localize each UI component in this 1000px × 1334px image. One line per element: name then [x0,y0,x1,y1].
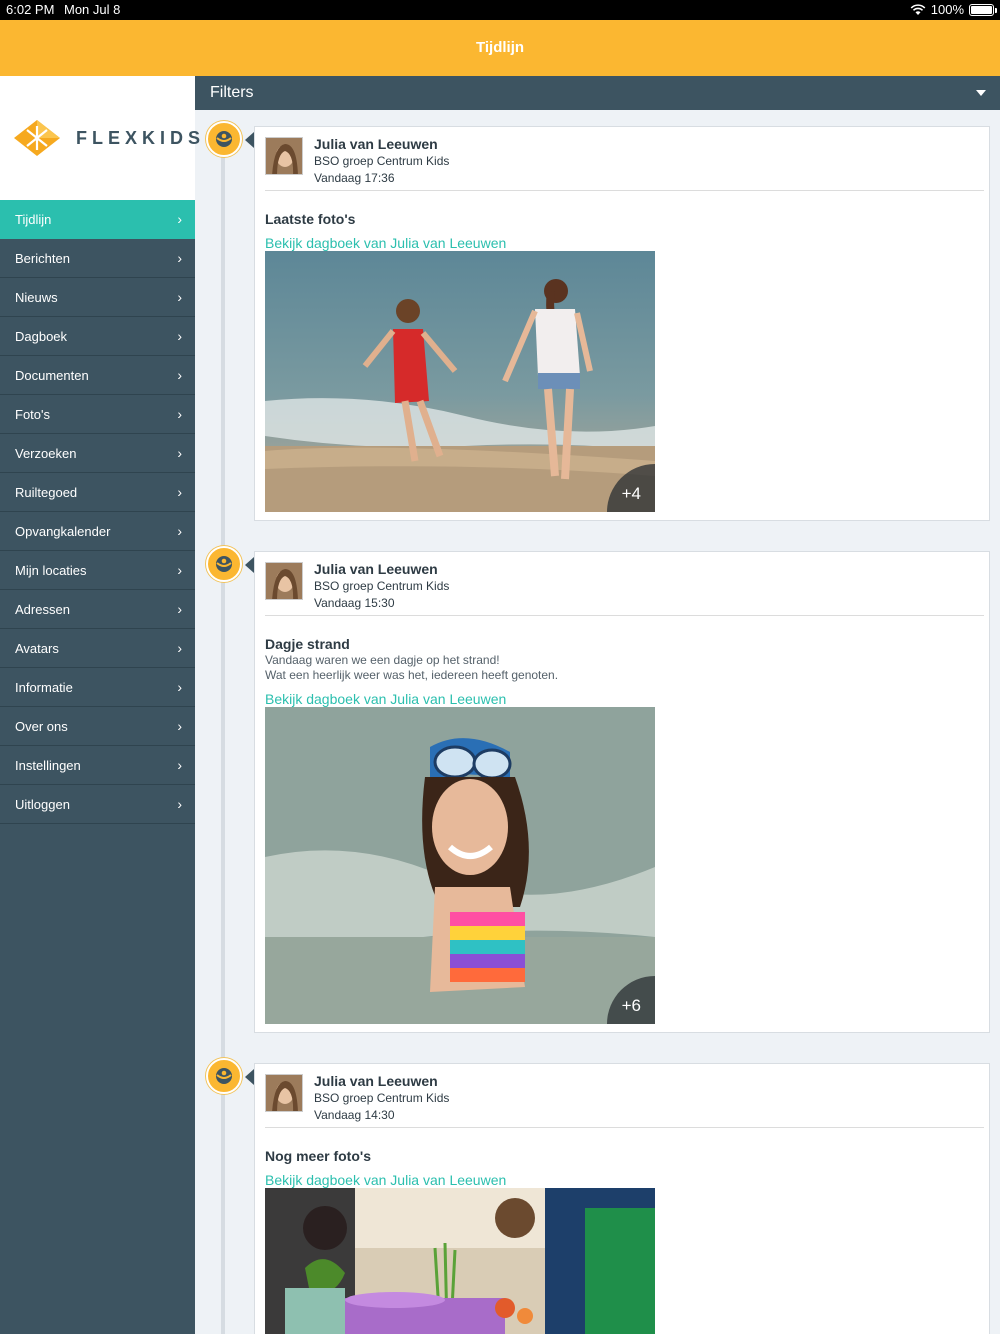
sidebar: FLEXKIDS Tijdlijn › Berichten › Nieuws › Dagbo… [0,76,200,1334]
chevron-right-icon: › [177,445,182,461]
sidebar-item-label: Ruiltegoed [15,485,78,500]
chevron-right-icon: › [177,406,182,422]
chevron-right-icon: › [177,679,182,695]
sidebar-item-nieuws[interactable]: Nieuws › [0,278,195,317]
chevron-right-icon: › [177,640,182,656]
sidebar-item-over-ons[interactable]: Over ons › [0,707,195,746]
diary-link[interactable]: Bekijk dagboek van Julia van Leeuwen [265,1172,989,1188]
post-author: Julia van Leeuwen [314,561,438,577]
avatar [265,562,303,600]
sidebar-item-ruiltegoed[interactable]: Ruiltegoed › [0,473,195,512]
logo: FLEXKIDS [0,76,200,200]
timeline-post: Julia van Leeuwen BSO groep Centrum Kids… [254,126,990,521]
logo-text: FLEXKIDS [76,128,206,148]
sidebar-menu: Tijdlijn › Berichten › Nieuws › Dagboek › Docume… [0,200,195,824]
post-author: Julia van Leeuwen [314,1073,438,1089]
timeline-post: Julia van Leeuwen BSO groep Centrum Kids… [254,551,990,1033]
post-title: Nog meer foto's [265,1148,372,1164]
post-body-line: Wat een heerlijk weer was het, iedereen … [265,668,559,682]
post-time: Vandaag 15:30 [314,596,395,610]
flexkids-logo-icon [14,120,60,156]
chevron-right-icon: › [177,523,182,539]
filters-dropdown[interactable]: Filters [195,76,1000,110]
post-body: Vandaag waren we een dagje op het strand… [265,653,989,683]
sidebar-item-uitloggen[interactable]: Uitloggen › [0,785,195,824]
sidebar-item-foto-s[interactable]: Foto's › [0,395,195,434]
timeline-post: Julia van Leeuwen BSO groep Centrum Kids… [254,1063,990,1334]
battery-percent: 100% [930,2,964,17]
timeline-pointer [245,1069,254,1085]
filters-label: Filters [210,84,254,101]
sidebar-item-label: Foto's [15,407,50,422]
post-body-line: Vandaag waren we een dagje op het strand… [265,653,500,667]
chevron-right-icon: › [177,289,182,305]
sidebar-item-label: Instellingen [15,758,81,773]
sidebar-item-label: Verzoeken [15,446,77,461]
avatar [265,1074,303,1112]
sidebar-item-label: Uitloggen [15,797,70,812]
diary-link[interactable]: Bekijk dagboek van Julia van Leeuwen [265,691,989,707]
post-title: Laatste foto's [265,211,356,227]
chevron-right-icon: › [177,757,182,773]
sidebar-item-label: Opvangkalender [15,524,111,539]
chevron-right-icon: › [177,328,182,344]
post-time: Vandaag 17:36 [314,171,395,185]
chevron-right-icon: › [177,796,182,812]
sidebar-item-avatars[interactable]: Avatars › [0,629,195,668]
avatar [265,137,303,175]
timeline-marker-icon [206,1058,242,1094]
status-time: 6:02 PM [6,2,55,17]
page-header: Tijdlijn [0,20,1000,76]
caret-down-icon [976,90,986,96]
status-date: Mon Jul 8 [64,2,121,17]
timeline-line [221,140,225,1334]
post-time: Vandaag 14:30 [314,1108,395,1122]
status-bar: 6:02 PM Mon Jul 8 100% [0,0,1000,20]
timeline-pointer [245,557,254,573]
sidebar-item-label: Berichten [15,251,70,266]
sidebar-item-label: Informatie [15,680,73,695]
sidebar-item-informatie[interactable]: Informatie › [0,668,195,707]
sidebar-item-label: Adressen [15,602,70,617]
timeline-marker-icon [206,546,242,582]
post-group: BSO groep Centrum Kids [314,579,450,593]
battery-icon [969,3,997,16]
sidebar-item-dagboek[interactable]: Dagboek › [0,317,195,356]
chevron-right-icon: › [177,211,182,227]
diary-link[interactable]: Bekijk dagboek van Julia van Leeuwen [265,235,989,251]
sidebar-item-label: Documenten [15,368,89,383]
sidebar-item-berichten[interactable]: Berichten › [0,239,195,278]
page-title: Tijdlijn [475,39,525,56]
sidebar-item-label: Nieuws [15,290,58,305]
sidebar-item-label: Over ons [15,719,68,734]
chevron-right-icon: › [177,484,182,500]
sidebar-item-label: Mijn locaties [15,563,87,578]
sidebar-item-tijdlijn[interactable]: Tijdlijn › [0,200,195,239]
sidebar-item-verzoeken[interactable]: Verzoeken › [0,434,195,473]
sidebar-item-instellingen[interactable]: Instellingen › [0,746,195,785]
post-photo[interactable]: +4 [265,251,655,512]
post-group: BSO groep Centrum Kids [314,1091,450,1105]
sidebar-item-documenten[interactable]: Documenten › [0,356,195,395]
sidebar-item-label: Tijdlijn [15,212,52,227]
post-photo[interactable] [265,1188,655,1334]
sidebar-item-adressen[interactable]: Adressen › [0,590,195,629]
post-photo[interactable]: +6 [265,707,655,1024]
timeline-pointer [245,132,254,148]
timeline-marker-icon [206,121,242,157]
chevron-right-icon: › [177,718,182,734]
chevron-right-icon: › [177,250,182,266]
sidebar-item-label: Avatars [15,641,59,656]
chevron-right-icon: › [177,367,182,383]
wifi-icon [910,3,926,15]
chevron-right-icon: › [177,601,182,617]
sidebar-item-label: Dagboek [15,329,68,344]
post-author: Julia van Leeuwen [314,136,438,152]
post-group: BSO groep Centrum Kids [314,154,450,168]
sidebar-item-opvangkalender[interactable]: Opvangkalender › [0,512,195,551]
sidebar-item-mijn-locaties[interactable]: Mijn locaties › [0,551,195,590]
post-title: Dagje strand [265,636,350,652]
chevron-right-icon: › [177,562,182,578]
